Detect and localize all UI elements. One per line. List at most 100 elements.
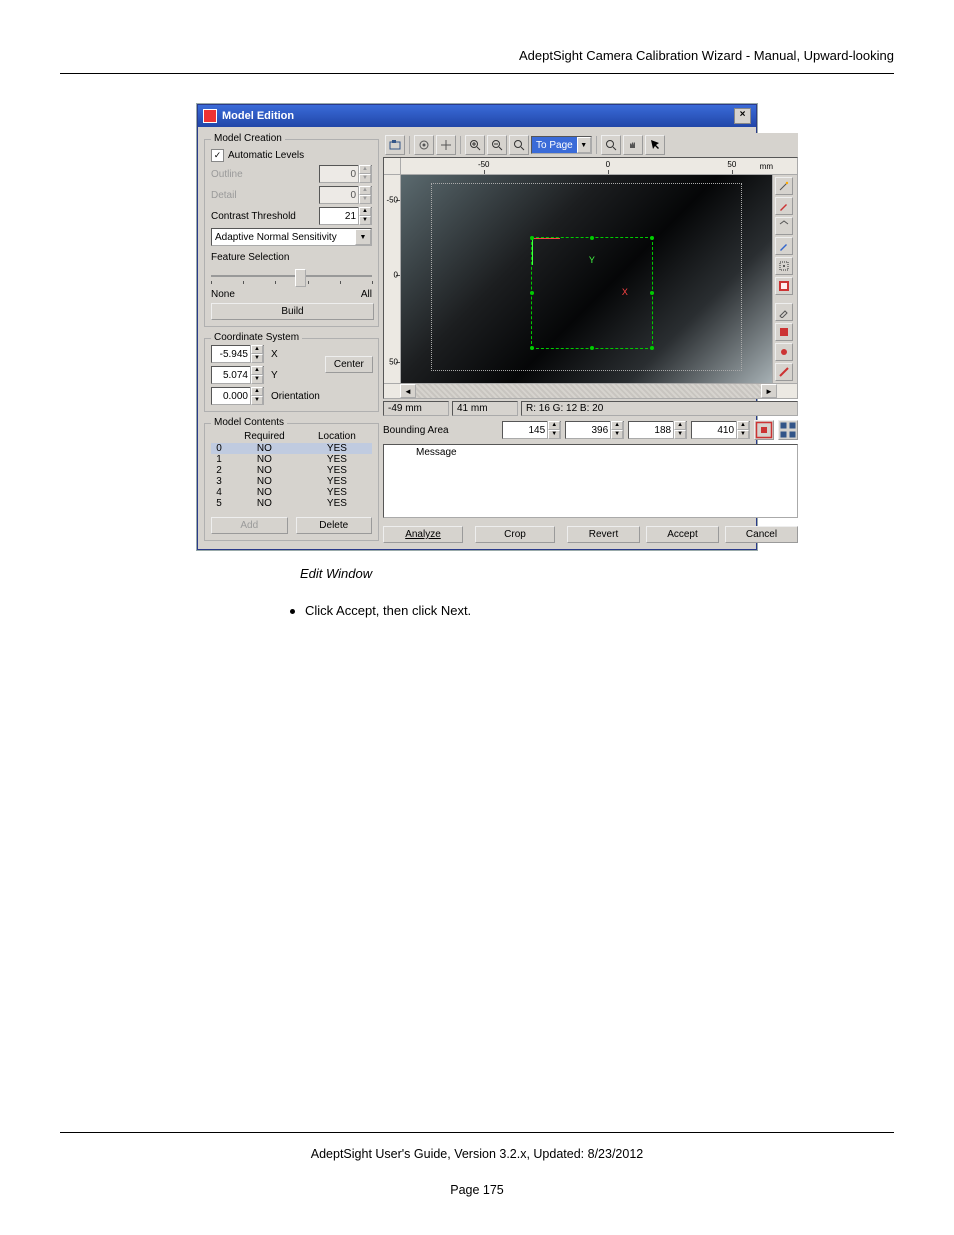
eyedropper-tool-icon[interactable]: [775, 303, 793, 321]
zoom-in-icon[interactable]: [465, 135, 485, 155]
zoom-region-icon[interactable]: [509, 135, 529, 155]
pointer-icon[interactable]: [645, 135, 665, 155]
crop-button[interactable]: Crop: [475, 526, 555, 543]
zoom-out-icon[interactable]: [487, 135, 507, 155]
outline-spinner: ▲▼: [319, 165, 372, 183]
close-button[interactable]: ×: [734, 108, 751, 124]
slider-thumb[interactable]: [295, 269, 306, 287]
coord-y-input[interactable]: [212, 368, 250, 382]
region-tool-icon[interactable]: [775, 257, 793, 275]
image-viewer: mm -50050 -50050 X Y: [383, 157, 798, 399]
bound-1-input[interactable]: [503, 423, 547, 437]
table-row[interactable]: 0NOYES: [211, 443, 372, 454]
bound-3-spinner[interactable]: ▲▼: [628, 421, 687, 439]
clear-tool-icon[interactable]: [775, 363, 793, 381]
record-tool-icon[interactable]: [775, 343, 793, 361]
outline-label: Outline: [211, 169, 315, 180]
col-required: Required: [227, 430, 302, 443]
zoom-select[interactable]: To Page ▼: [531, 136, 592, 154]
wand-tool-icon[interactable]: [775, 177, 793, 195]
pencil-tool-icon[interactable]: [775, 197, 793, 215]
header-rule: [60, 73, 894, 74]
message-header: Message: [416, 447, 457, 458]
edit-window-screenshot: Model Edition × Model Creation ✓ Automat…: [197, 104, 757, 550]
feature-selection-slider[interactable]: [211, 266, 372, 286]
footer-rule: [60, 1132, 894, 1133]
detail-input: [320, 188, 358, 202]
center-button[interactable]: Center: [325, 356, 373, 373]
footer-text: AdeptSight User's Guide, Version 3.2.x, …: [60, 1147, 894, 1161]
coord-y-spinner[interactable]: ▲▼: [211, 366, 264, 384]
pan-hand-icon[interactable]: [623, 135, 643, 155]
slider-none-label: None: [211, 289, 235, 300]
status-y: 41 mm: [452, 401, 518, 416]
bound-4-spinner[interactable]: ▲▼: [691, 421, 750, 439]
cancel-button[interactable]: Cancel: [725, 526, 798, 543]
tool-sidebar: [772, 175, 797, 383]
bullet-icon: [290, 609, 295, 614]
coordinate-system-group: Coordinate System ▲▼ X Center ▲▼ Y ▲▼ Or…: [204, 338, 379, 412]
contrast-threshold-input[interactable]: [320, 209, 358, 223]
table-row[interactable]: 3NOYES: [211, 476, 372, 487]
brush-tool-icon[interactable]: [775, 237, 793, 255]
scrollbar-horizontal[interactable]: ◄ ►: [400, 383, 777, 398]
table-row[interactable]: 1NOYES: [211, 454, 372, 465]
model-contents-title: Model Contents: [211, 417, 287, 428]
viewer-toolbar: To Page ▼: [383, 133, 798, 157]
crosshair-icon[interactable]: [436, 135, 456, 155]
model-overlay[interactable]: X Y: [531, 237, 653, 349]
figure-caption: Edit Window: [300, 566, 894, 581]
feature-selection-label: Feature Selection: [211, 252, 289, 263]
model-creation-group: Model Creation ✓ Automatic Levels Outlin…: [204, 139, 379, 327]
open-image-icon[interactable]: [385, 135, 405, 155]
table-row[interactable]: 4NOYES: [211, 487, 372, 498]
delete-button[interactable]: Delete: [296, 517, 373, 534]
bound-1-spinner[interactable]: ▲▼: [502, 421, 561, 439]
contrast-threshold-spinner[interactable]: ▲▼: [319, 207, 372, 225]
magnifier-icon[interactable]: [601, 135, 621, 155]
build-button[interactable]: Build: [211, 303, 374, 320]
coord-orient-label: Orientation: [269, 391, 320, 402]
axis-x-label: X: [622, 287, 628, 297]
bounding-area-label: Bounding Area: [383, 425, 453, 436]
fit-bounds-icon[interactable]: [754, 420, 774, 440]
bound-2-spinner[interactable]: ▲▼: [565, 421, 624, 439]
move-tool-icon[interactable]: [775, 277, 793, 295]
sensitivity-value: Adaptive Normal Sensitivity: [215, 232, 337, 243]
automatic-levels-label: Automatic Levels: [228, 150, 304, 161]
analyze-button[interactable]: Analyze: [383, 526, 463, 543]
coord-x-input[interactable]: [212, 347, 250, 361]
grid-bounds-icon[interactable]: [778, 420, 798, 440]
model-creation-title: Model Creation: [211, 133, 285, 144]
window-title: Model Edition: [222, 110, 294, 122]
scroll-left-icon[interactable]: ◄: [400, 384, 416, 398]
outline-input: [320, 167, 358, 181]
revert-button[interactable]: Revert: [567, 526, 640, 543]
coord-orient-spinner[interactable]: ▲▼: [211, 387, 264, 405]
sensitivity-select[interactable]: Adaptive Normal Sensitivity ▼: [211, 228, 372, 246]
stop-tool-icon[interactable]: [775, 323, 793, 341]
select-up-icon[interactable]: [775, 217, 793, 235]
bound-3-input[interactable]: [629, 423, 673, 437]
bound-2-input[interactable]: [566, 423, 610, 437]
status-rgb: R: 16 G: 12 B: 20: [521, 401, 798, 416]
model-contents-table: Required Location 0NOYES1NOYES2NOYES3NOY…: [211, 430, 372, 509]
table-row[interactable]: 2NOYES: [211, 465, 372, 476]
detail-spinner: ▲▼: [319, 186, 372, 204]
contrast-threshold-label: Contrast Threshold: [211, 211, 315, 222]
coord-orient-input[interactable]: [212, 389, 250, 403]
coord-x-spinner[interactable]: ▲▼: [211, 345, 264, 363]
scroll-right-icon[interactable]: ►: [761, 384, 777, 398]
image-canvas[interactable]: X Y: [401, 175, 772, 383]
bound-4-input[interactable]: [692, 423, 736, 437]
instruction-text: Click Accept, then click Next.: [305, 603, 471, 618]
zoom-value: To Page: [532, 140, 577, 151]
message-list: Message: [383, 444, 798, 518]
col-location: Location: [302, 430, 372, 443]
automatic-levels-checkbox[interactable]: ✓: [211, 149, 224, 162]
table-row[interactable]: 5NOYES: [211, 498, 372, 509]
settings-gear-icon[interactable]: [414, 135, 434, 155]
chevron-down-icon: ▼: [355, 229, 371, 245]
coord-x-label: X: [269, 349, 320, 360]
accept-button[interactable]: Accept: [646, 526, 719, 543]
